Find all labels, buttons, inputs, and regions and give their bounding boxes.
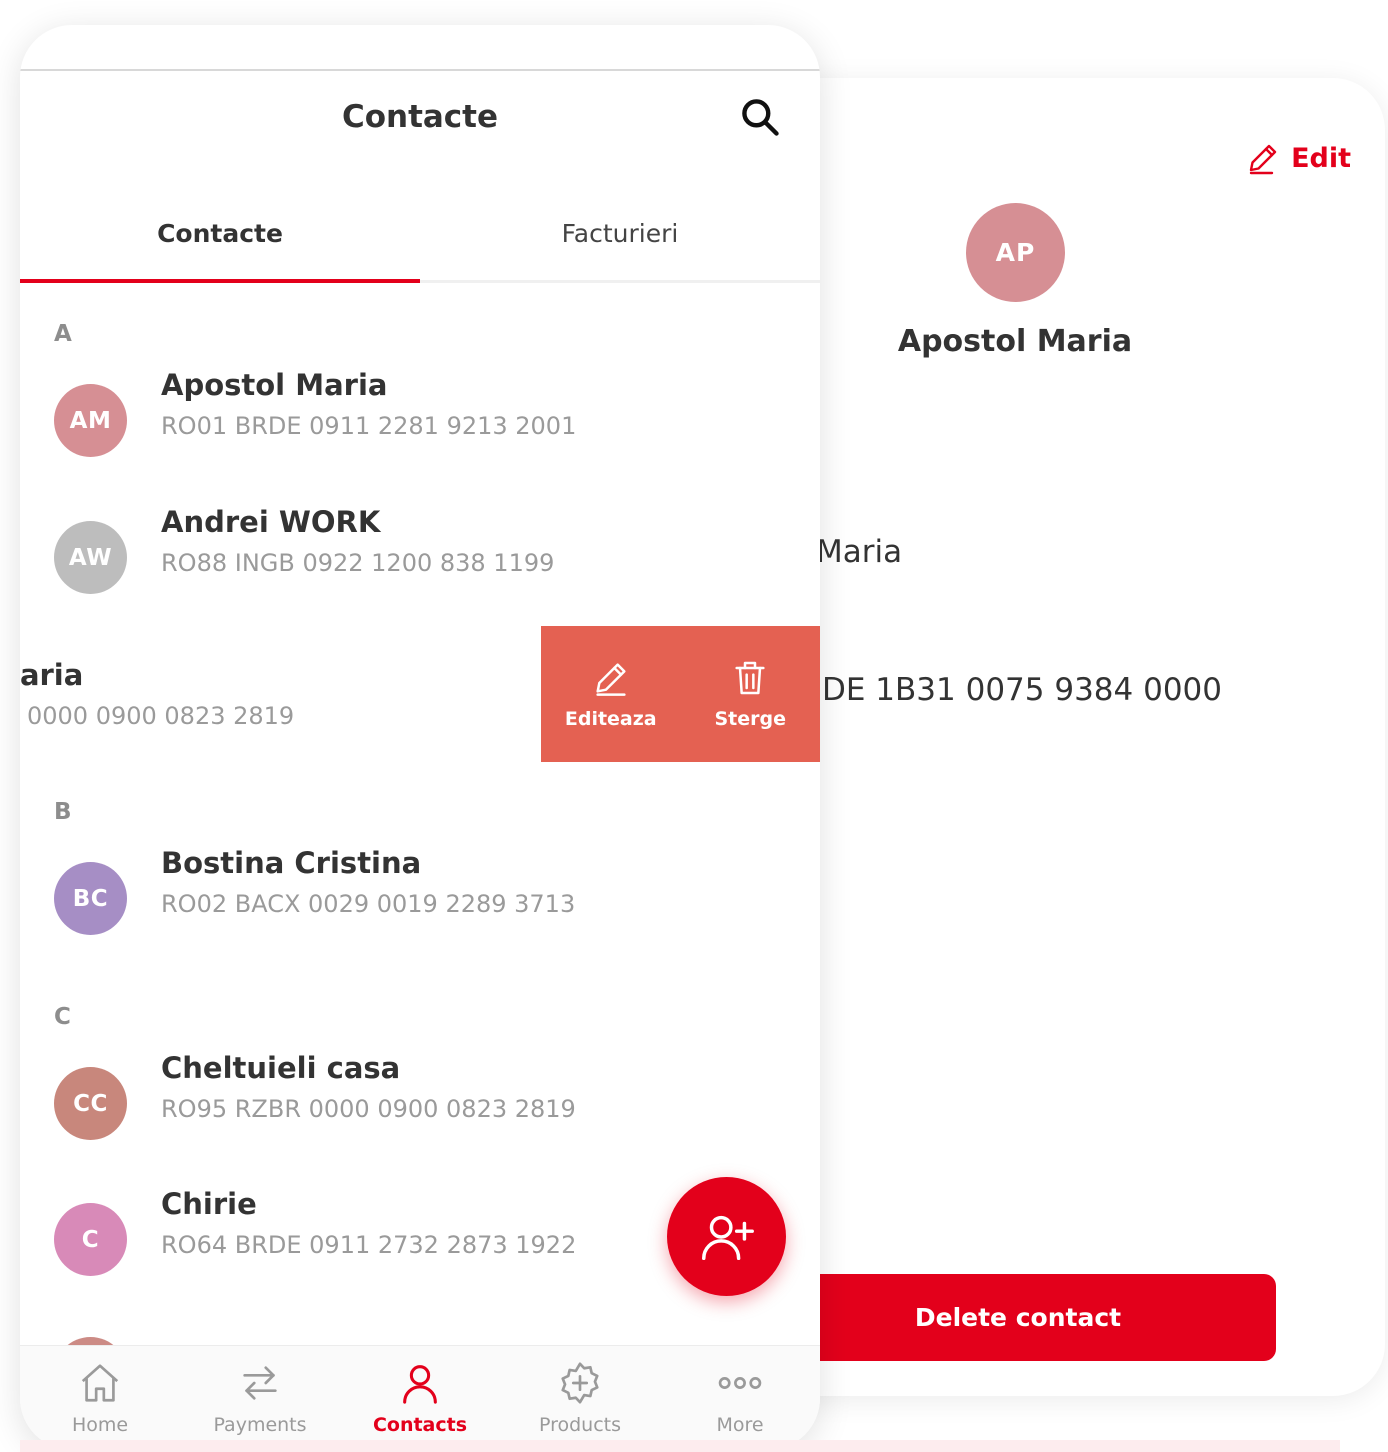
- nav-contacts[interactable]: Contacts: [340, 1346, 500, 1450]
- nav-label: Contacts: [372, 1414, 468, 1436]
- page-title: Contacte: [341, 99, 499, 135]
- status-divider: [20, 69, 820, 71]
- nav-label: Home: [71, 1414, 129, 1436]
- swipe-actions: Editeaza Sterge: [541, 626, 820, 762]
- section-header-a: A: [54, 321, 72, 347]
- transfer-arrows-icon: [243, 1366, 277, 1400]
- nav-label: More: [716, 1414, 764, 1436]
- bottom-navigation: Home Payments Contacts Products More: [20, 1345, 820, 1450]
- contact-row-apostol-maria[interactable]: AM Apostol Maria RO01 BRDE 0911 2281 921…: [20, 368, 820, 504]
- contact-row-andrei-work[interactable]: AW Andrei WORK RO88 INGB 0922 1200 838 1…: [20, 505, 820, 641]
- detail-name-field: Maria: [816, 534, 903, 570]
- nav-label: Products: [538, 1414, 622, 1436]
- contact-name: Chirie: [161, 1187, 257, 1221]
- contact-iban: RO01 BRDE 0911 2281 9213 2001: [161, 412, 577, 440]
- avatar: AW: [54, 521, 127, 594]
- detail-contact-name: Apostol Maria: [897, 324, 1133, 359]
- pencil-icon: [596, 663, 626, 696]
- detail-avatar: AP: [966, 203, 1065, 302]
- section-header-b: B: [54, 799, 72, 825]
- section-header-c: C: [54, 1004, 71, 1030]
- contact-iban: RO88 INGB 0922 1200 838 1199: [161, 549, 555, 577]
- tab-contacte[interactable]: Contacte: [20, 201, 420, 283]
- background-strip: [20, 1440, 1340, 1452]
- edit-contact-button[interactable]: Edit: [1245, 140, 1351, 176]
- nav-label: Payments: [213, 1414, 307, 1436]
- contact-iban: RO64 BRDE 0911 2732 2873 1922: [161, 1231, 577, 1259]
- home-icon: [81, 1364, 119, 1402]
- avatar: C: [54, 1203, 127, 1276]
- gear-plus-icon: [561, 1362, 599, 1404]
- swiped-contact-row[interactable]: laria 0000 0900 0823 2819 Editeaza Sterg…: [20, 626, 820, 762]
- search-button[interactable]: [738, 95, 782, 139]
- nav-home[interactable]: Home: [20, 1346, 180, 1450]
- contact-iban: RO95 RZBR 0000 0900 0823 2819: [161, 1095, 576, 1123]
- tab-bar: Contacte Facturieri: [20, 201, 820, 283]
- contact-row-cheltuieli-casa[interactable]: CC Cheltuieli casa RO95 RZBR 0000 0900 0…: [20, 1051, 820, 1187]
- person-icon: [403, 1365, 437, 1404]
- nav-products[interactable]: Products: [500, 1346, 660, 1450]
- contact-iban: RO02 BACX 0029 0019 2289 3713: [161, 890, 576, 918]
- search-icon: [742, 99, 779, 136]
- swipe-delete-button[interactable]: Sterge: [681, 626, 821, 762]
- edit-label: Edit: [1291, 142, 1351, 174]
- pencil-icon: [1249, 144, 1277, 175]
- dots-icon: [718, 1377, 762, 1389]
- avatar: CC: [54, 1067, 127, 1140]
- delete-contact-button[interactable]: Delete contact: [760, 1274, 1276, 1361]
- contact-name: Andrei WORK: [161, 505, 381, 539]
- tab-facturieri[interactable]: Facturieri: [420, 201, 820, 280]
- add-contact-button[interactable]: [667, 1177, 786, 1296]
- avatar: BC: [54, 862, 127, 935]
- contacts-screen: Contacte Contacte Facturieri A AM Aposto…: [20, 25, 820, 1450]
- trash-icon: [735, 661, 765, 695]
- swipe-edit-button[interactable]: Editeaza: [541, 626, 681, 762]
- contact-name: Apostol Maria: [161, 368, 388, 402]
- nav-more[interactable]: More: [660, 1346, 820, 1450]
- contact-row-bostina-cristina[interactable]: BC Bostina Cristina RO02 BACX 0029 0019 …: [20, 846, 820, 982]
- contact-name: Bostina Cristina: [161, 846, 422, 880]
- swipe-edit-label: Editeaza: [564, 708, 657, 730]
- detail-iban-field: DE 1B31 0075 9384 0000: [822, 672, 1222, 708]
- contact-name: laria: [20, 658, 84, 692]
- contact-name: Cheltuieli casa: [161, 1051, 401, 1085]
- contact-iban: 0000 0900 0823 2819: [27, 702, 295, 730]
- swipe-delete-label: Sterge: [714, 708, 786, 730]
- avatar: AM: [54, 384, 127, 457]
- nav-payments[interactable]: Payments: [180, 1346, 340, 1450]
- add-person-icon: [701, 1215, 754, 1260]
